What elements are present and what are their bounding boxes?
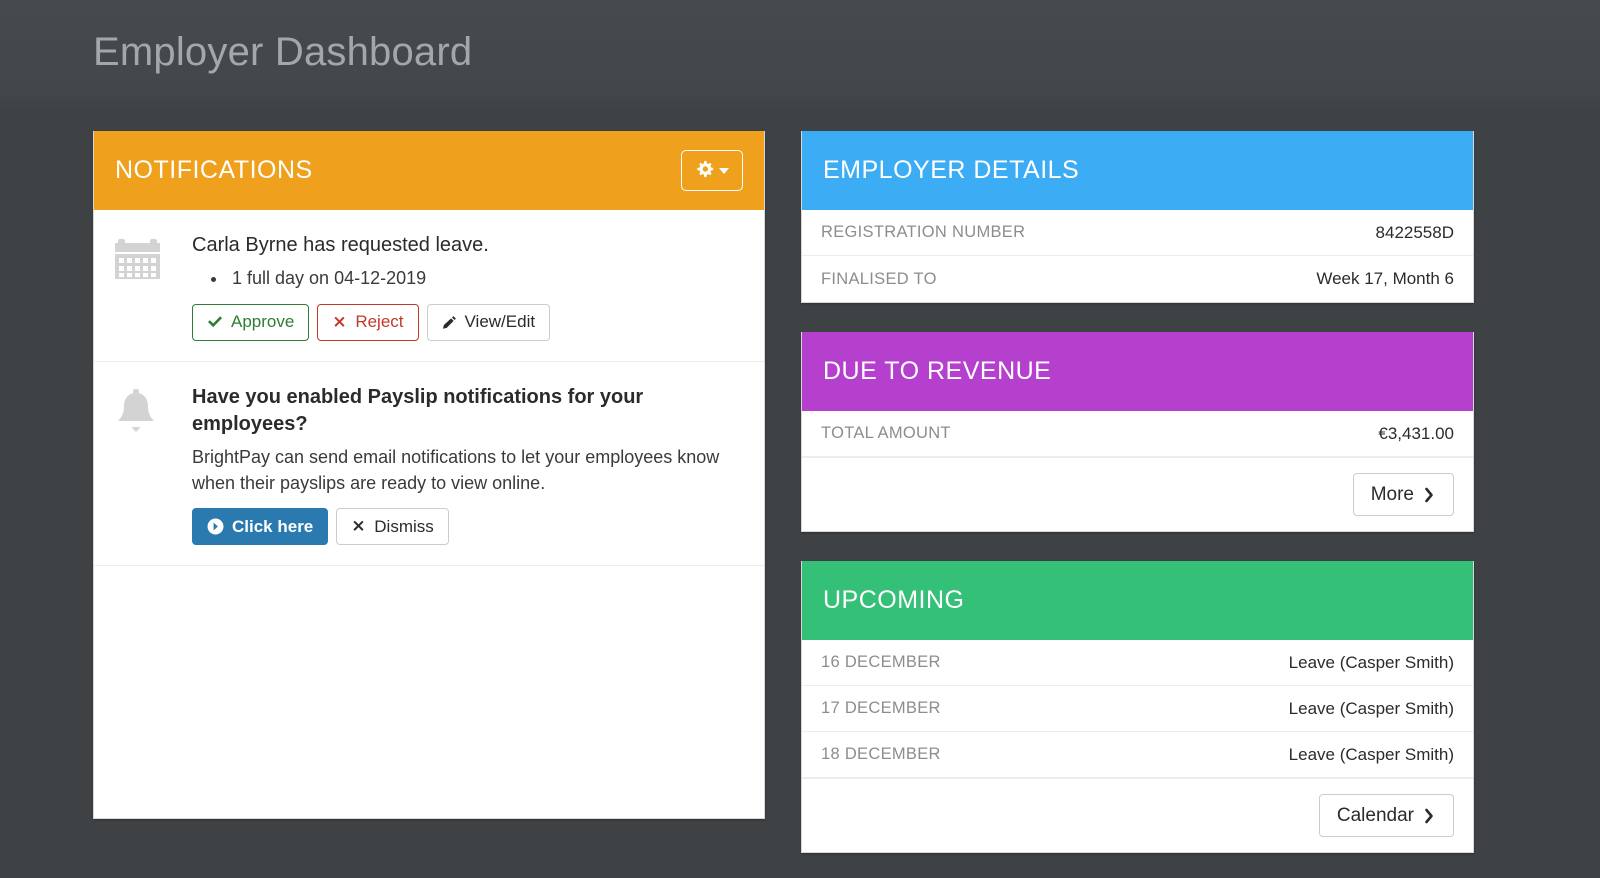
row-label: 18 DECEMBER: [821, 745, 941, 763]
notification-item: Carla Byrne has requested leave. 1 full …: [94, 210, 764, 362]
table-row: 18 DECEMBER Leave (Casper Smith): [802, 732, 1473, 778]
click-here-button-label: Click here: [232, 516, 314, 536]
approve-button-label: Approve: [231, 312, 295, 332]
due-to-revenue-title: DUE TO REVENUE: [823, 357, 1052, 385]
right-column: EMPLOYER DETAILS REGISTRATION NUMBER 842…: [801, 131, 1474, 853]
due-to-revenue-header: DUE TO REVENUE: [802, 332, 1473, 411]
notifications-panel-header: NOTIFICATIONS: [94, 131, 764, 210]
employer-details-panel: EMPLOYER DETAILS REGISTRATION NUMBER 842…: [801, 131, 1474, 303]
gear-icon: [696, 160, 714, 181]
chevron-right-icon: [1423, 487, 1436, 503]
employer-details-title: EMPLOYER DETAILS: [823, 156, 1080, 184]
upcoming-panel: UPCOMING 16 DECEMBER Leave (Casper Smith…: [801, 561, 1474, 853]
table-row: REGISTRATION NUMBER 8422558D: [802, 210, 1473, 256]
notification-title: Have you enabled Payslip notifications f…: [192, 385, 644, 435]
row-label: TOTAL AMOUNT: [821, 424, 951, 442]
notification-actions: Approve Reject View/Edit: [192, 303, 744, 341]
row-label: FINALISED TO: [821, 269, 937, 288]
notification-bullet: 1 full day on 04-12-2019: [228, 265, 744, 293]
arrow-circle-right-icon: [207, 518, 224, 535]
view-edit-button-label: View/Edit: [464, 312, 536, 332]
notification-content: Carla Byrne has requested leave. 1 full …: [172, 232, 744, 341]
row-value: Leave (Casper Smith): [1288, 744, 1454, 764]
more-button[interactable]: More: [1352, 473, 1454, 516]
row-label: 17 DECEMBER: [821, 699, 941, 717]
view-edit-button[interactable]: View/Edit: [426, 303, 551, 341]
chevron-right-icon: [1423, 808, 1436, 824]
calendar-icon: [114, 232, 172, 341]
notifications-panel-title: NOTIFICATIONS: [115, 156, 313, 184]
row-value: Leave (Casper Smith): [1288, 698, 1454, 718]
notification-actions: Click here Dismiss: [192, 508, 744, 546]
table-row: FINALISED TO Week 17, Month 6: [802, 256, 1473, 302]
notification-item: Have you enabled Payslip notifications f…: [94, 362, 764, 567]
upcoming-header: UPCOMING: [802, 561, 1473, 640]
row-value: Leave (Casper Smith): [1288, 652, 1454, 672]
approve-button[interactable]: Approve: [192, 303, 310, 341]
upcoming-footer: Calendar: [802, 778, 1473, 852]
table-row: 16 DECEMBER Leave (Casper Smith): [802, 640, 1473, 686]
notifications-list: Carla Byrne has requested leave. 1 full …: [94, 210, 764, 818]
notification-body: BrightPay can send email notifications t…: [192, 446, 720, 493]
table-row: 17 DECEMBER Leave (Casper Smith): [802, 686, 1473, 732]
cross-icon: [332, 315, 347, 330]
due-to-revenue-panel: DUE TO REVENUE TOTAL AMOUNT €3,431.00 Mo…: [801, 332, 1474, 532]
check-icon: [207, 314, 223, 330]
more-button-label: More: [1370, 483, 1414, 505]
calendar-button-label: Calendar: [1336, 804, 1414, 826]
panel-spacer: [801, 303, 1474, 332]
notification-bullet-list: 1 full day on 04-12-2019: [228, 265, 744, 293]
dismiss-button[interactable]: Dismiss: [336, 508, 449, 546]
calendar-button[interactable]: Calendar: [1318, 794, 1454, 837]
reject-button-label: Reject: [355, 312, 404, 332]
reject-button[interactable]: Reject: [317, 303, 419, 341]
bell-icon: [114, 384, 172, 545]
dismiss-button-label: Dismiss: [374, 516, 434, 536]
row-value: €3,431.00: [1378, 423, 1454, 443]
notification-content: Have you enabled Payslip notifications f…: [172, 384, 744, 546]
employer-details-header: EMPLOYER DETAILS: [802, 131, 1473, 210]
upcoming-title: UPCOMING: [823, 586, 965, 614]
notification-title: Carla Byrne has requested leave.: [192, 234, 489, 256]
click-here-button[interactable]: Click here: [192, 508, 329, 546]
pencil-icon: [442, 315, 457, 330]
row-label: 16 DECEMBER: [821, 653, 941, 671]
row-value: 8422558D: [1375, 222, 1454, 242]
notifications-settings-button[interactable]: [681, 150, 743, 191]
chevron-down-icon: [718, 167, 729, 174]
table-row: TOTAL AMOUNT €3,431.00: [802, 411, 1473, 457]
left-column: NOTIFICATIONS Carla Byrne has requested …: [93, 131, 765, 819]
due-to-revenue-footer: More: [802, 457, 1473, 531]
row-value: Week 17, Month 6: [1316, 269, 1454, 288]
notifications-panel: NOTIFICATIONS Carla Byrne has requested …: [93, 131, 765, 819]
row-label: REGISTRATION NUMBER: [821, 223, 1026, 241]
page-title: Employer Dashboard: [93, 30, 473, 74]
cross-icon: [351, 519, 366, 534]
panel-spacer: [801, 532, 1474, 561]
